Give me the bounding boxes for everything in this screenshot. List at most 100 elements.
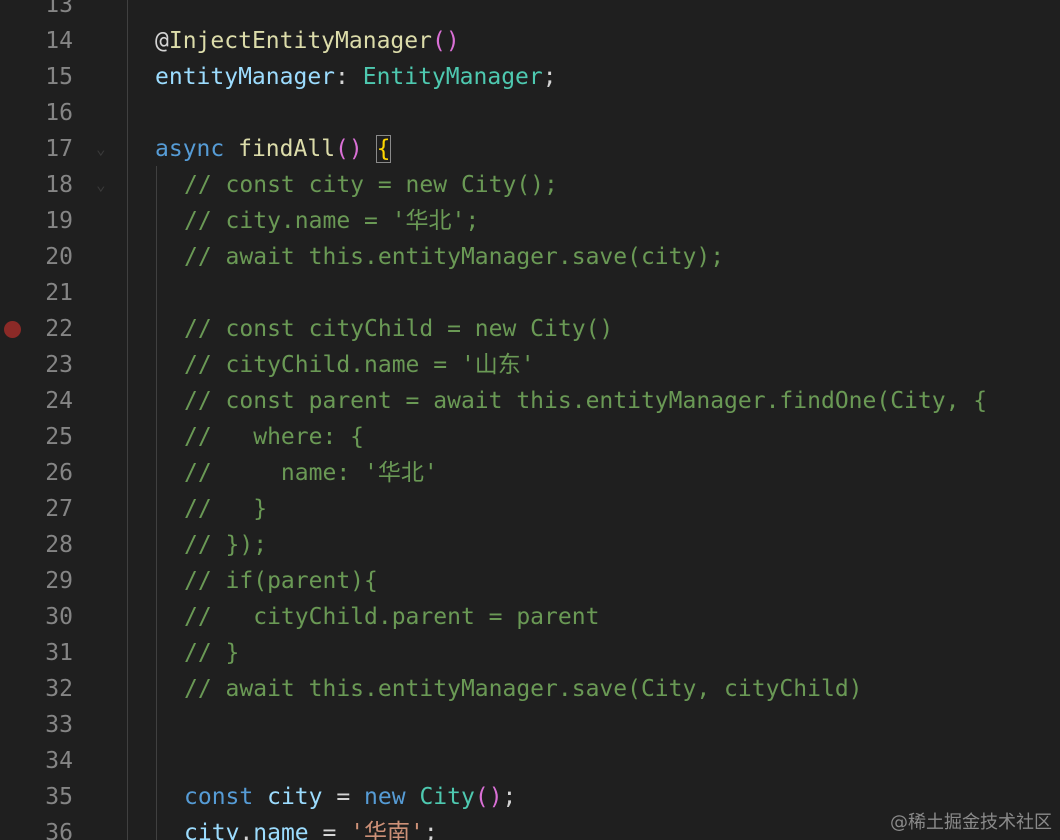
code-line[interactable]: 25 // where: { [0, 419, 1060, 455]
code-text[interactable]: // await this.entityManager.save(City, c… [184, 671, 863, 707]
line-number: 23 [45, 352, 73, 378]
code-token-punc [253, 784, 267, 810]
line-number: 31 [45, 640, 73, 666]
code-token-cmt: // city.name = '华北'; [184, 208, 480, 234]
code-text[interactable]: // const parent = await this.entityManag… [184, 383, 987, 419]
line-number: 34 [45, 748, 73, 774]
code-token-punc: @ [155, 28, 169, 54]
code-text[interactable]: // }); [184, 527, 267, 563]
code-text[interactable]: // where: { [184, 419, 364, 455]
code-token-punc: : [335, 64, 363, 90]
code-line[interactable]: 24 // const parent = await this.entityMan… [0, 383, 1060, 419]
line-number: 21 [45, 280, 73, 306]
code-text[interactable]: // city.name = '华北'; [184, 203, 479, 239]
line-number: 27 [45, 496, 73, 522]
code-token-paren: () [335, 136, 363, 162]
code-line[interactable]: 21 [0, 275, 1060, 311]
line-number: 33 [45, 712, 73, 738]
code-token-punc: . [239, 820, 254, 840]
line-number: 30 [45, 604, 73, 630]
line-number: 17 [45, 136, 73, 162]
code-token-cmt: // const parent = await this.entityManag… [184, 388, 988, 414]
chevron-down-icon[interactable]: ⌄ [96, 176, 106, 194]
code-line[interactable]: 32 // await this.entityManager.save(City,… [0, 671, 1060, 707]
code-line[interactable]: 28 // }); [0, 527, 1060, 563]
code-text[interactable]: // const cityChild = new City() [184, 311, 613, 347]
code-text[interactable]: @InjectEntityManager() [155, 23, 460, 59]
code-token-cmt: // cityChild.name = '山东' [184, 352, 535, 378]
code-line[interactable]: 33 [0, 707, 1060, 743]
code-token-cmt: // const city = new City(); [184, 172, 558, 198]
code-token-fn: findAll [238, 136, 336, 162]
code-text[interactable]: // } [184, 491, 267, 527]
line-number: 26 [45, 460, 73, 486]
code-text[interactable]: // } [184, 635, 239, 671]
code-line[interactable]: 15 entityManager: EntityManager; [0, 59, 1060, 95]
code-token-fn: InjectEntityManager [168, 28, 432, 54]
line-number: 20 [45, 244, 73, 270]
code-line[interactable]: 29 // if(parent){ [0, 563, 1060, 599]
code-token-punc [363, 136, 377, 162]
code-token-str: '华南' [350, 820, 424, 840]
chevron-down-icon[interactable]: ⌄ [96, 140, 106, 158]
code-line[interactable]: 30 // cityChild.parent = parent [0, 599, 1060, 635]
line-number: 32 [45, 676, 73, 702]
line-number: 28 [45, 532, 73, 558]
code-line[interactable]: 17 ⌄ async findAll() { [0, 131, 1060, 167]
code-text[interactable]: async findAll() { [155, 131, 392, 167]
code-line[interactable]: 23 // cityChild.name = '山东' [0, 347, 1060, 383]
line-number: 18 [45, 172, 73, 198]
code-line[interactable]: 18 ⌄ // const city = new City(); [0, 167, 1060, 203]
line-number: 22 [45, 316, 73, 342]
code-text[interactable]: // cityChild.parent = parent [184, 599, 599, 635]
code-token-var: city [184, 820, 240, 840]
line-number: 14 [45, 28, 73, 54]
code-line[interactable]: 14 @InjectEntityManager() [0, 23, 1060, 59]
watermark: @稀土掘金技术社区 [890, 812, 1052, 833]
code-line[interactable]: 19 // city.name = '华北'; [0, 203, 1060, 239]
code-token-brace: { [375, 135, 392, 163]
code-token-cmt: // } [184, 496, 268, 522]
code-editor[interactable]: 13 14 @InjectEntityManager() 15 entityManage… [0, 0, 1060, 840]
code-line[interactable]: 26 // name: '华北' [0, 455, 1060, 491]
line-number: 19 [45, 208, 73, 234]
line-number: 15 [45, 64, 73, 90]
code-line[interactable]: 20 // await this.entityManager.save(city)… [0, 239, 1060, 275]
code-text[interactable]: // const city = new City(); [184, 167, 558, 203]
code-token-var: city [267, 784, 323, 810]
code-token-cmt: // await this.entityManager.save(city); [184, 244, 725, 270]
code-token-punc: = [308, 820, 351, 840]
code-token-kw: new [364, 784, 406, 810]
code-line[interactable]: 16 [0, 95, 1060, 131]
code-text[interactable]: // cityChild.name = '山东' [184, 347, 535, 383]
code-token-paren: () [431, 28, 460, 54]
code-token-type: EntityManager [362, 64, 543, 90]
code-line[interactable]: 31 // } [0, 635, 1060, 671]
code-text[interactable]: entityManager: EntityManager; [155, 59, 557, 95]
code-line[interactable]: 34 [0, 743, 1060, 779]
code-text[interactable]: const city = new City(); [184, 779, 516, 815]
code-text[interactable]: // await this.entityManager.save(city); [184, 239, 724, 275]
code-token-punc: ; [502, 784, 517, 810]
code-text[interactable]: // name: '华北' [184, 455, 438, 491]
line-number: 24 [45, 388, 73, 414]
code-token-cmt: // const cityChild = new City() [184, 316, 614, 342]
line-number: 36 [45, 820, 73, 840]
code-line[interactable]: 22 // const cityChild = new City() [0, 311, 1060, 347]
line-number: 35 [45, 784, 73, 810]
code-token-cmt: // } [184, 640, 240, 666]
code-text[interactable]: // if(parent){ [184, 563, 378, 599]
line-number: 29 [45, 568, 73, 594]
code-token-kw: const [184, 784, 254, 810]
code-text[interactable]: city.name = '华南'; [184, 815, 438, 840]
code-token-kw: async [155, 136, 225, 162]
code-token-punc [224, 136, 238, 162]
code-token-punc: ; [542, 64, 557, 90]
code-line[interactable]: 13 [0, 0, 1060, 23]
line-number: 13 [45, 0, 73, 18]
code-token-cmt: // }); [184, 532, 268, 558]
code-token-var: name [253, 820, 309, 840]
code-token-cmt: // await this.entityManager.save(City, c… [184, 676, 863, 702]
code-token-punc [406, 784, 420, 810]
code-line[interactable]: 27 // } [0, 491, 1060, 527]
